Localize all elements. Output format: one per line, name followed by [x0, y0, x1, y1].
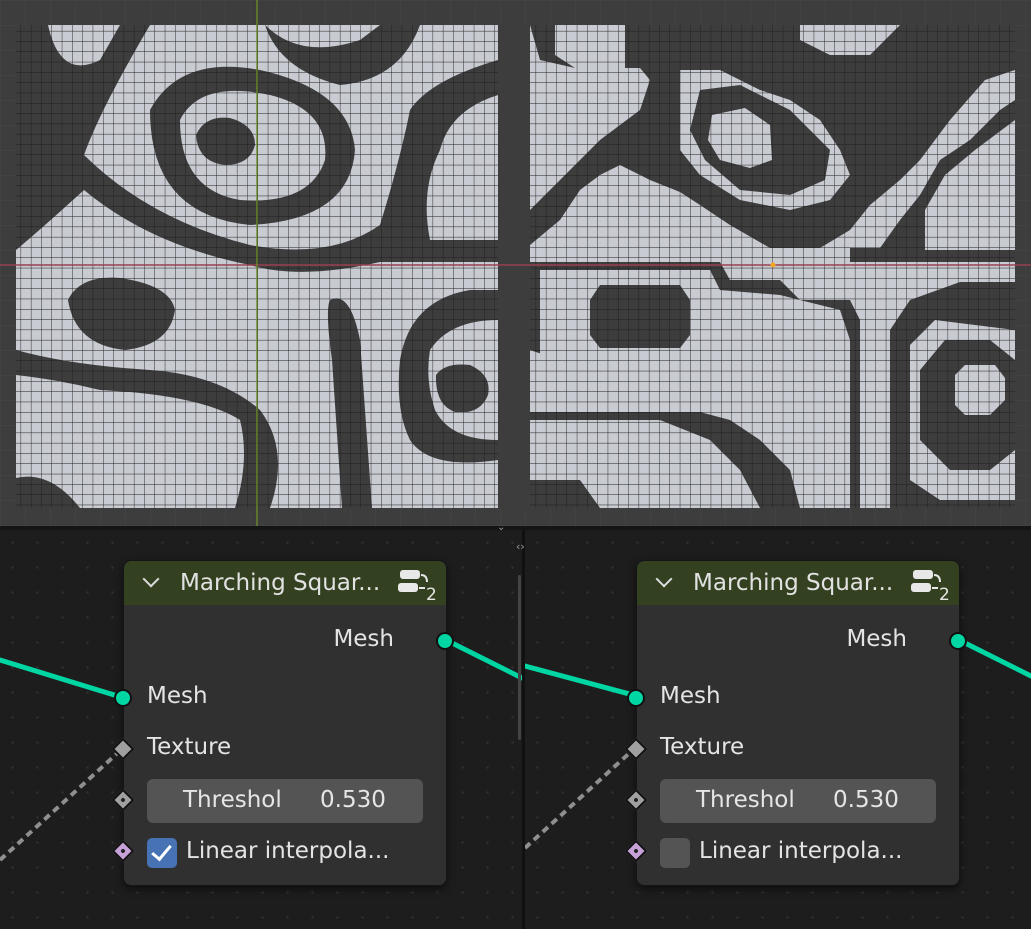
- collapse-chevron-icon[interactable]: [142, 570, 160, 588]
- node-header[interactable]: Marching Squar... 2: [124, 561, 446, 605]
- marching-squares-node[interactable]: Marching Squar... 2 Mesh Mesh Texture Th…: [111, 560, 454, 886]
- texture-label: Texture: [660, 734, 745, 760]
- node-editor-left[interactable]: Marching Squar... 2 Mesh Mesh Texture Th…: [0, 530, 522, 929]
- node-editor-right[interactable]: Marching Squar... 2 Mesh Mesh Texture Th…: [525, 530, 1031, 929]
- input-mesh-socket[interactable]: [114, 689, 132, 707]
- linear-interpolation-checkbox[interactable]: [147, 838, 177, 868]
- 3d-viewport[interactable]: [0, 0, 1031, 526]
- object-origin-dot: [770, 262, 776, 268]
- threshold-value: 0.530: [320, 787, 386, 813]
- linear-interpolation-label: Linear interpola...: [186, 838, 390, 864]
- texture-label: Texture: [147, 734, 232, 760]
- output-mesh-socket[interactable]: [949, 632, 967, 650]
- input-mesh-socket[interactable]: [627, 689, 645, 707]
- threshold-field[interactable]: Threshol 0.530: [147, 779, 423, 823]
- group-user-count: 2: [426, 585, 437, 605]
- output-mesh-label: Mesh: [846, 626, 907, 652]
- group-user-count: 2: [939, 585, 950, 605]
- output-mesh-label: Mesh: [333, 626, 394, 652]
- input-mesh-label: Mesh: [147, 683, 208, 709]
- threshold-label: Threshol: [183, 787, 282, 813]
- scrollbar[interactable]: [518, 575, 521, 740]
- marching-squares-node[interactable]: Marching Squar... 2 Mesh Mesh Texture Th…: [624, 560, 967, 886]
- collapse-chevron-icon[interactable]: [655, 570, 673, 588]
- linear-interpolation-checkbox[interactable]: [660, 838, 690, 868]
- threshold-field[interactable]: Threshol 0.530: [660, 779, 936, 823]
- swap-arrows-icon[interactable]: ‹›: [516, 540, 525, 553]
- linear-interpolation-label: Linear interpola...: [699, 838, 903, 864]
- input-mesh-label: Mesh: [660, 683, 721, 709]
- threshold-label: Threshol: [696, 787, 795, 813]
- node-title: Marching Squar...: [180, 570, 381, 596]
- threshold-value: 0.530: [833, 787, 899, 813]
- node-title: Marching Squar...: [693, 570, 894, 596]
- output-mesh-socket[interactable]: [436, 632, 454, 650]
- node-header[interactable]: Marching Squar... 2: [637, 561, 959, 605]
